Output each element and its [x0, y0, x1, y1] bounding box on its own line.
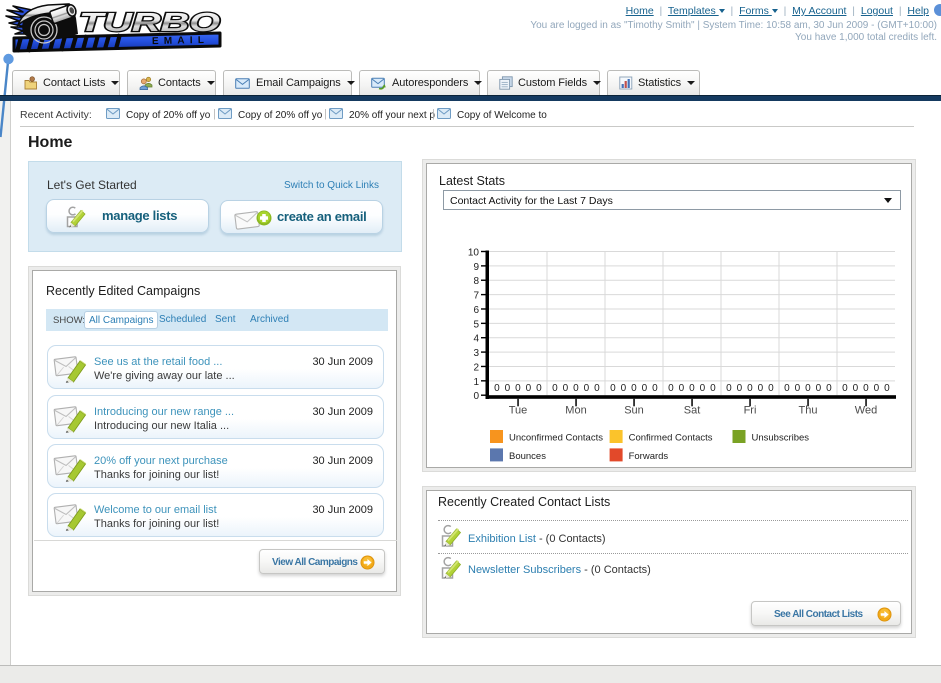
- svg-text:10: 10: [468, 248, 480, 259]
- svg-text:0: 0: [573, 383, 579, 394]
- svg-text:0: 0: [668, 383, 674, 394]
- svg-text:5: 5: [473, 319, 479, 330]
- svg-text:0: 0: [884, 383, 890, 394]
- svg-text:Bounces: Bounces: [509, 451, 546, 462]
- svg-text:4: 4: [473, 334, 479, 345]
- svg-text:0: 0: [621, 383, 627, 394]
- svg-text:0: 0: [758, 383, 764, 394]
- svg-text:Forwards: Forwards: [629, 451, 669, 462]
- svg-text:0: 0: [584, 383, 590, 394]
- svg-text:0: 0: [863, 383, 869, 394]
- svg-text:1: 1: [473, 377, 479, 388]
- svg-text:0: 0: [563, 383, 569, 394]
- svg-text:Tue: Tue: [509, 405, 528, 417]
- svg-text:0: 0: [747, 383, 753, 394]
- svg-text:Unsubscribes: Unsubscribes: [752, 433, 810, 444]
- svg-text:0: 0: [594, 383, 600, 394]
- svg-text:0: 0: [826, 383, 832, 394]
- svg-text:0: 0: [679, 383, 685, 394]
- svg-text:0: 0: [842, 383, 848, 394]
- svg-text:0: 0: [552, 383, 558, 394]
- svg-text:0: 0: [853, 383, 859, 394]
- svg-text:Sat: Sat: [684, 405, 701, 417]
- svg-text:0: 0: [726, 383, 732, 394]
- svg-text:0: 0: [700, 383, 706, 394]
- svg-text:Wed: Wed: [855, 405, 877, 417]
- svg-text:Mon: Mon: [565, 405, 586, 417]
- svg-text:0: 0: [805, 383, 811, 394]
- svg-text:0: 0: [710, 383, 716, 394]
- svg-text:0: 0: [689, 383, 695, 394]
- svg-text:0: 0: [642, 383, 648, 394]
- svg-text:0: 0: [473, 391, 479, 402]
- svg-text:0: 0: [515, 383, 521, 394]
- svg-text:0: 0: [610, 383, 616, 394]
- svg-text:0: 0: [874, 383, 880, 394]
- svg-text:8: 8: [473, 276, 479, 287]
- svg-text:0: 0: [652, 383, 658, 394]
- svg-text:Thu: Thu: [799, 405, 818, 417]
- svg-text:Confirmed Contacts: Confirmed Contacts: [629, 433, 713, 444]
- svg-text:3: 3: [473, 348, 479, 359]
- svg-text:0: 0: [816, 383, 822, 394]
- svg-text:6: 6: [473, 305, 479, 316]
- svg-text:0: 0: [631, 383, 637, 394]
- svg-text:0: 0: [526, 383, 532, 394]
- svg-text:2: 2: [473, 362, 479, 373]
- svg-text:0: 0: [505, 383, 511, 394]
- svg-text:0: 0: [494, 383, 500, 394]
- svg-text:7: 7: [473, 291, 479, 302]
- svg-text:0: 0: [795, 383, 801, 394]
- svg-text:0: 0: [536, 383, 542, 394]
- svg-text:0: 0: [784, 383, 790, 394]
- svg-text:9: 9: [473, 262, 479, 273]
- svg-text:Unconfirmed Contacts: Unconfirmed Contacts: [509, 433, 603, 444]
- svg-text:0: 0: [768, 383, 774, 394]
- svg-text:Sun: Sun: [624, 405, 644, 417]
- svg-text:Fri: Fri: [744, 405, 757, 417]
- svg-text:0: 0: [737, 383, 743, 394]
